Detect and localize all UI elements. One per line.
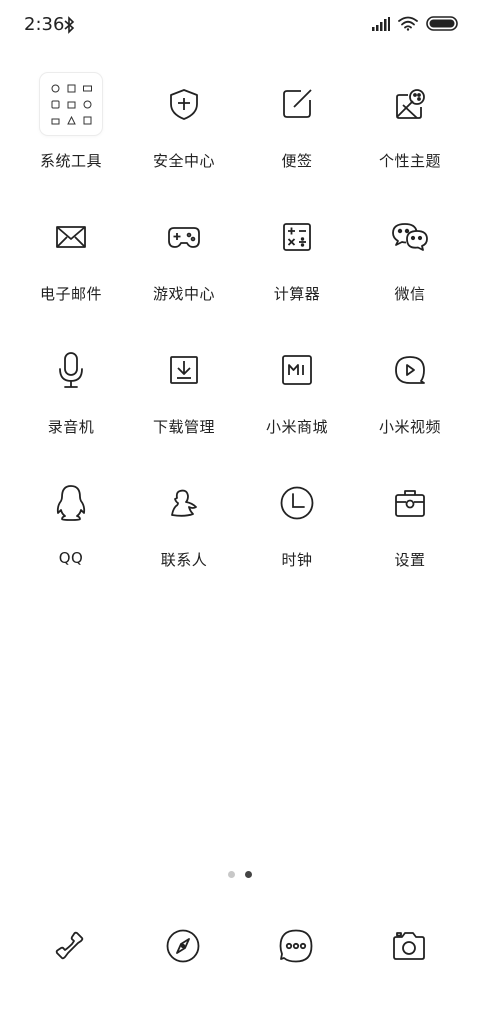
app-system-tools[interactable]: 系统工具 (11, 72, 131, 171)
app-label: 电子邮件 (39, 285, 102, 303)
status-bar: 2:36 (0, 0, 480, 52)
app-label: 小米视频 (378, 418, 441, 436)
theme-palette-icon (378, 72, 442, 136)
app-label: 计算器 (273, 285, 321, 303)
contact-person-icon (152, 471, 216, 535)
app-calculator[interactable]: 计算器 (237, 205, 357, 304)
note-pen-icon (265, 72, 329, 136)
dock-phone[interactable] (38, 916, 102, 980)
gamepad-icon (152, 205, 216, 269)
mi-store-icon (265, 338, 329, 402)
message-bubble-icon (278, 928, 314, 968)
page-dot-1[interactable] (228, 871, 235, 878)
status-time: 2:36 (24, 14, 65, 35)
app-wechat[interactable]: 微信 (350, 205, 470, 304)
dock-camera[interactable] (377, 916, 441, 980)
app-label: 设置 (394, 551, 426, 569)
app-game-center[interactable]: 游戏中心 (124, 205, 244, 304)
app-qq[interactable]: QQ (11, 471, 131, 567)
clock-icon (265, 471, 329, 535)
app-download-manager[interactable]: 下载管理 (124, 338, 244, 437)
folder-grid-icon (39, 72, 103, 136)
page-indicator (0, 871, 480, 878)
wifi-icon (398, 16, 418, 35)
phone-icon (53, 929, 87, 967)
app-label: 小米商城 (265, 418, 328, 436)
camera-icon (391, 930, 427, 966)
app-email[interactable]: 电子邮件 (11, 205, 131, 304)
shield-plus-icon (152, 72, 216, 136)
app-label: 个性主题 (378, 152, 441, 170)
app-label: 便签 (281, 152, 313, 170)
qq-penguin-icon (39, 471, 103, 535)
app-security-center[interactable]: 安全中心 (124, 72, 244, 171)
app-label: 下载管理 (152, 418, 215, 436)
app-label: 微信 (394, 285, 426, 303)
envelope-icon (39, 205, 103, 269)
app-contacts[interactable]: 联系人 (124, 471, 244, 570)
app-themes[interactable]: 个性主题 (350, 72, 470, 171)
app-mi-store[interactable]: 小米商城 (237, 338, 357, 437)
app-clock[interactable]: 时钟 (237, 471, 357, 570)
app-recorder[interactable]: 录音机 (11, 338, 131, 437)
wechat-icon (378, 205, 442, 269)
app-label: QQ (58, 549, 84, 567)
bluetooth-icon (63, 16, 75, 38)
app-label: 游戏中心 (152, 285, 215, 303)
download-icon (152, 338, 216, 402)
battery-icon (426, 16, 458, 35)
video-play-icon (378, 338, 442, 402)
signal-icon (372, 16, 390, 35)
compass-browser-icon (165, 928, 201, 968)
page-dot-2-active[interactable] (245, 871, 252, 878)
app-label: 安全中心 (152, 152, 215, 170)
microphone-icon (39, 338, 103, 402)
app-settings[interactable]: 设置 (350, 471, 470, 570)
dock-messages[interactable] (264, 916, 328, 980)
dock-browser[interactable] (151, 916, 215, 980)
app-label: 联系人 (160, 551, 208, 569)
calculator-icon (265, 205, 329, 269)
app-label: 系统工具 (39, 152, 102, 170)
settings-toolbox-icon (378, 471, 442, 535)
app-label: 录音机 (47, 418, 95, 436)
app-notes[interactable]: 便签 (237, 72, 357, 171)
app-label: 时钟 (281, 551, 313, 569)
app-mi-video[interactable]: 小米视频 (350, 338, 470, 437)
